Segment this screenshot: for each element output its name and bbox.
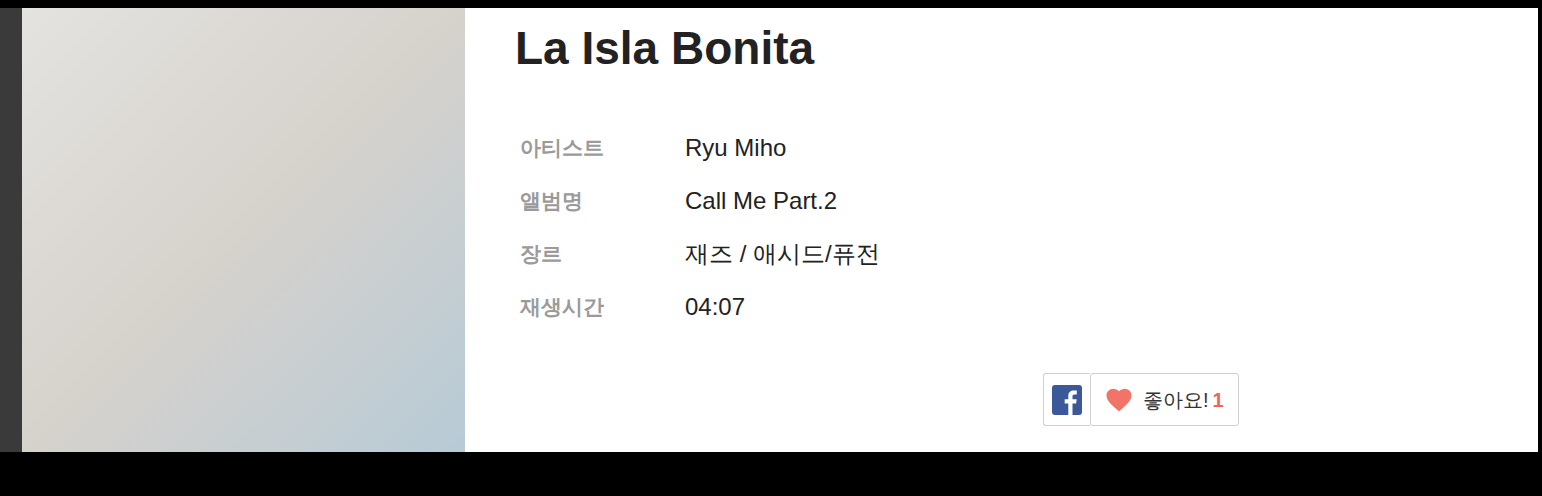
like-button[interactable]: 좋아요!1 <box>1090 373 1239 426</box>
info-value: Ryu Miho <box>685 130 786 166</box>
track-panel: La Isla Bonita아티스트Ryu Miho앨범명Call Me Par… <box>0 8 1542 452</box>
info-label: 장르 <box>515 238 685 270</box>
like-label: 좋아요! <box>1143 385 1209 415</box>
right-strip <box>1538 8 1542 452</box>
album-cover <box>22 8 465 452</box>
info-row: 재생시간04:07 <box>515 280 1538 333</box>
info-value: 재즈 / 애시드/퓨전 <box>685 236 880 272</box>
info-value: Call Me Part.2 <box>685 183 837 219</box>
info-row: 장르재즈 / 애시드/퓨전 <box>515 227 1538 280</box>
facebook-icon <box>1052 385 1082 415</box>
page: La Isla Bonita아티스트Ryu Miho앨범명Call Me Par… <box>0 0 1542 496</box>
facebook-button[interactable] <box>1043 373 1090 426</box>
track-title: La Isla Bonita <box>515 20 1538 76</box>
info-label: 재생시간 <box>515 291 685 323</box>
info-label: 아티스트 <box>515 132 685 164</box>
info-row: 앨범명Call Me Part.2 <box>515 174 1538 227</box>
share-bar: 좋아요!1 <box>1043 373 1538 426</box>
like-count: 1 <box>1213 385 1224 415</box>
info-label: 앨범명 <box>515 185 685 217</box>
track-info: La Isla Bonita아티스트Ryu Miho앨범명Call Me Par… <box>465 8 1538 452</box>
info-list: 아티스트Ryu Miho앨범명Call Me Part.2장르재즈 / 애시드/… <box>515 121 1538 333</box>
bottom-bar <box>0 452 1542 496</box>
left-strip <box>0 8 22 452</box>
info-value: 04:07 <box>685 289 745 325</box>
top-bar <box>0 0 1542 8</box>
heart-icon <box>1105 387 1133 412</box>
info-row: 아티스트Ryu Miho <box>515 121 1538 174</box>
